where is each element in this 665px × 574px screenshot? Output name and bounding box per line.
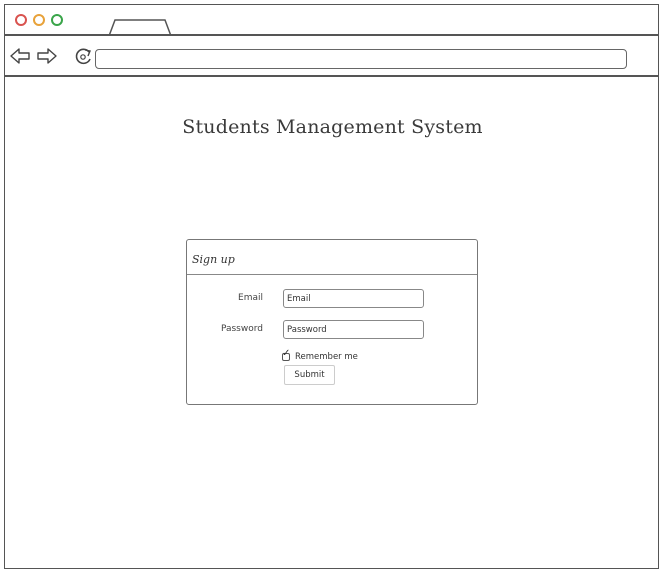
browser-tab[interactable] (109, 18, 171, 36)
email-label: Email (238, 293, 263, 303)
submit-button[interactable]: Submit (284, 365, 335, 385)
forward-arrow-icon[interactable] (36, 46, 58, 66)
minimize-window-icon[interactable] (33, 14, 45, 26)
password-field[interactable] (283, 320, 424, 339)
password-label: Password (220, 324, 263, 334)
maximize-window-icon[interactable] (51, 14, 63, 26)
navigation-bar (5, 36, 658, 77)
back-arrow-icon[interactable] (9, 46, 31, 66)
reload-icon[interactable] (73, 46, 95, 66)
close-window-icon[interactable] (15, 14, 27, 26)
email-field[interactable] (283, 289, 424, 308)
signup-panel: Sign up Email Password ✓ Remember me Sub… (186, 239, 478, 405)
signup-panel-header: Sign up (187, 240, 477, 275)
title-bar (5, 5, 658, 36)
address-bar[interactable] (95, 49, 627, 69)
checkmark-icon: ✓ (282, 348, 291, 359)
page-title: Students Management System (182, 116, 483, 138)
remember-me-label: Remember me (295, 352, 358, 362)
signup-heading: Sign up (192, 253, 235, 266)
